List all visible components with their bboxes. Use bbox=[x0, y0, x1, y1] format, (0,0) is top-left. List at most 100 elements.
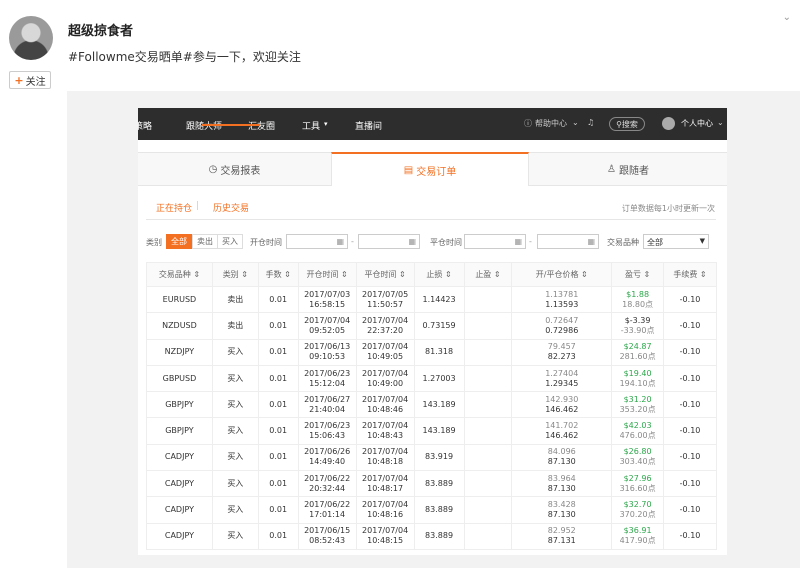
lots-cell: 0.01 bbox=[257, 443, 299, 472]
take-profit-cell bbox=[463, 417, 513, 445]
follow-button[interactable]: + 关注 bbox=[9, 71, 51, 89]
post-text: #Followme交易晒单#参与一下，欢迎关注 bbox=[68, 50, 301, 64]
close-time-cell: 2017/07/04 10:48:18 bbox=[355, 443, 415, 472]
table-row[interactable]: NZDUSD 卖出 0.01 2017/07/04 09:52:05 2017/07/04… bbox=[146, 312, 717, 340]
tab-label: 跟随者 bbox=[618, 166, 649, 177]
stop-loss-cell: 81.318 bbox=[413, 338, 465, 366]
symbol-select[interactable]: 全部 ▼ bbox=[643, 234, 709, 249]
list-icon: ▤ bbox=[403, 164, 414, 176]
screenshot-image[interactable]: 策略 跟随大师 汇友圈 工具 ▾ 直播间 ⓘ 帮助中心 ⌄ ♫ ⚲ 搜索 个人中心… bbox=[138, 108, 727, 555]
close-time-cell: 2017/07/04 22:37:20 bbox=[355, 312, 415, 340]
table-row[interactable]: CADJPY 买入 0.01 2017/06/26 14:49:40 2017/07/04… bbox=[146, 443, 717, 472]
user-center-link[interactable]: 个人中心 bbox=[681, 118, 713, 129]
filter-buy[interactable]: 买入 bbox=[217, 234, 243, 249]
price-cell: 83.428 87.130 bbox=[511, 496, 613, 524]
lots-cell: 0.01 bbox=[257, 470, 299, 498]
table-row[interactable]: CADJPY 买入 0.01 2017/06/15 08:52:43 2017/07/04… bbox=[146, 522, 717, 550]
open-time-end-input[interactable]: ▦ bbox=[358, 234, 420, 249]
chevron-down-icon[interactable]: ⌄ bbox=[783, 12, 791, 23]
table-row[interactable]: CADJPY 买入 0.01 2017/06/22 20:32:44 2017/07/04… bbox=[146, 470, 717, 498]
table-row[interactable]: EURUSD 卖出 0.01 2017/07/03 16:58:15 2017/07/05… bbox=[146, 285, 717, 314]
subtab-divider-line bbox=[146, 219, 716, 220]
subtab-history[interactable]: 历史交易 bbox=[213, 201, 249, 214]
update-note: 订单数据每1小时更新一次 bbox=[621, 204, 715, 213]
table-row[interactable]: CADJPY 买入 0.01 2017/06/22 17:01:14 2017/07/04… bbox=[146, 496, 717, 524]
main-tabs: ◷ 交易报表 ▤ 交易订单 ♙ 跟随者 bbox=[138, 152, 727, 186]
table-row[interactable]: GBPJPY 买入 0.01 2017/06/27 21:40:04 2017/07/04… bbox=[146, 391, 717, 419]
take-profit-cell bbox=[463, 338, 513, 366]
username[interactable]: 超级掠食者 bbox=[68, 20, 133, 39]
user-avatar-small[interactable] bbox=[662, 117, 675, 130]
fee-cell: -0.10 bbox=[663, 285, 717, 314]
price-cell: 142.930 146.462 bbox=[511, 391, 613, 419]
stop-loss-cell: 83.919 bbox=[413, 443, 465, 472]
type-cell: 买入 bbox=[211, 417, 259, 445]
range-dash: - bbox=[351, 237, 354, 246]
subtab-open-positions[interactable]: 正在持仓 bbox=[156, 201, 192, 214]
stop-loss-cell: 143.189 bbox=[413, 391, 465, 419]
tab-followers[interactable]: ♙ 跟随者 bbox=[529, 153, 727, 186]
open-time-cell: 2017/06/15 08:52:43 bbox=[297, 522, 357, 550]
symbol-cell: CADJPY bbox=[146, 470, 213, 498]
nav-item-strategy[interactable]: 策略 bbox=[138, 119, 152, 132]
filter-sell[interactable]: 卖出 bbox=[192, 234, 218, 249]
column-header[interactable]: 平仓时间 ⇕ bbox=[355, 262, 415, 287]
orders-table: 交易品种 ⇕ 类别 ⇕ 手数 ⇕ 开仓时间 ⇕ 平仓时间 ⇕ 止损 ⇕ 止盈 ⇕ 开/平仓价格… bbox=[146, 262, 717, 550]
open-time-cell: 2017/06/22 17:01:14 bbox=[297, 496, 357, 524]
clock-icon: ◷ bbox=[208, 164, 218, 175]
tab-trade-orders[interactable]: ▤ 交易订单 bbox=[331, 152, 529, 186]
symbol-cell: GBPJPY bbox=[146, 417, 213, 445]
type-cell: 买入 bbox=[211, 443, 259, 472]
tab-trade-report[interactable]: ◷ 交易报表 bbox=[138, 153, 331, 186]
nav-item-live[interactable]: 直播间 bbox=[355, 119, 382, 132]
symbol-cell: CADJPY bbox=[146, 443, 213, 472]
follow-label: 关注 bbox=[25, 76, 46, 88]
column-header[interactable]: 止损 ⇕ bbox=[413, 262, 465, 287]
chevron-down-icon: ⌄ bbox=[572, 118, 579, 127]
symbol-cell: CADJPY bbox=[146, 496, 213, 524]
calendar-icon: ▦ bbox=[587, 237, 595, 246]
stop-loss-cell: 83.889 bbox=[413, 522, 465, 550]
type-cell: 卖出 bbox=[211, 285, 259, 314]
type-cell: 买入 bbox=[211, 496, 259, 524]
lots-cell: 0.01 bbox=[257, 391, 299, 419]
column-header[interactable]: 类别 ⇕ bbox=[211, 262, 259, 287]
column-header[interactable]: 开仓时间 ⇕ bbox=[297, 262, 357, 287]
stop-loss-cell: 83.889 bbox=[413, 496, 465, 524]
user-avatar[interactable] bbox=[9, 16, 53, 60]
filter-all[interactable]: 全部 bbox=[166, 234, 192, 249]
open-time-label: 开仓时间 bbox=[250, 238, 282, 247]
profit-cell: $19.40 194.10点 bbox=[611, 364, 665, 393]
search-button[interactable]: ⚲ 搜索 bbox=[609, 117, 645, 131]
bell-icon[interactable]: ♫ bbox=[587, 118, 594, 127]
take-profit-cell bbox=[463, 285, 513, 314]
column-header[interactable]: 盈亏 ⇕ bbox=[611, 262, 665, 287]
table-row[interactable]: GBPJPY 买入 0.01 2017/06/23 15:06:43 2017/07/04… bbox=[146, 417, 717, 445]
user-icon: ♙ bbox=[607, 164, 616, 175]
open-time-start-input[interactable]: ▦ bbox=[286, 234, 348, 249]
column-header[interactable]: 开/平仓价格 ⇕ bbox=[511, 262, 613, 287]
symbol-cell: NZDJPY bbox=[146, 338, 213, 366]
close-time-cell: 2017/07/04 10:48:15 bbox=[355, 522, 415, 550]
price-cell: 79.457 82.273 bbox=[511, 338, 613, 366]
column-header[interactable]: 交易品种 ⇕ bbox=[146, 262, 213, 287]
open-time-cell: 2017/06/27 21:40:04 bbox=[297, 391, 357, 419]
nav-item-tools[interactable]: 工具 bbox=[302, 119, 320, 132]
column-header[interactable]: 手续费 ⇕ bbox=[663, 262, 717, 287]
help-center-link[interactable]: 帮助中心 bbox=[535, 118, 567, 129]
close-time-end-input[interactable]: ▦ bbox=[537, 234, 599, 249]
table-row[interactable]: GBPUSD 买入 0.01 2017/06/23 15:12:04 2017/07/04… bbox=[146, 364, 717, 393]
profit-cell: $26.80 303.40点 bbox=[611, 443, 665, 472]
open-time-cell: 2017/06/23 15:12:04 bbox=[297, 364, 357, 393]
calendar-icon: ▦ bbox=[514, 237, 522, 246]
table-body: EURUSD 卖出 0.01 2017/07/03 16:58:15 2017/07/05… bbox=[146, 285, 717, 550]
open-time-cell: 2017/06/13 09:10:53 bbox=[297, 338, 357, 366]
table-header-row: 交易品种 ⇕ 类别 ⇕ 手数 ⇕ 开仓时间 ⇕ 平仓时间 ⇕ 止损 ⇕ 止盈 ⇕ 开/平仓价格… bbox=[146, 262, 717, 287]
type-cell: 买入 bbox=[211, 470, 259, 498]
type-filter-label: 类别 bbox=[146, 238, 162, 247]
table-row[interactable]: NZDJPY 买入 0.01 2017/06/13 09:10:53 2017/07/04… bbox=[146, 338, 717, 366]
type-cell: 买入 bbox=[211, 338, 259, 366]
column-header[interactable]: 止盈 ⇕ bbox=[463, 262, 513, 287]
close-time-start-input[interactable]: ▦ bbox=[464, 234, 526, 249]
column-header[interactable]: 手数 ⇕ bbox=[257, 262, 299, 287]
